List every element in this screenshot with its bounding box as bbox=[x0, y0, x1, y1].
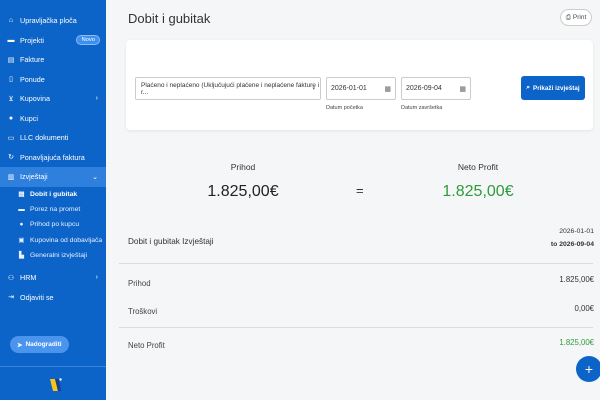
sidebar-item-quotes[interactable]: ▯ Ponude bbox=[0, 70, 106, 90]
start-date-input[interactable]: 2026-01-01 ▦ bbox=[326, 77, 396, 100]
sidebar-item-label: Upravljačka ploča bbox=[20, 16, 77, 26]
expenses-row-value: 0,00€ bbox=[574, 304, 594, 313]
income-label: Prihod bbox=[230, 162, 256, 172]
sidebar: ⌂ Upravljačka ploča ▬ Projekti Novo ▤ Fa… bbox=[0, 0, 106, 400]
net-profit-row-label: Neto Profit bbox=[128, 341, 165, 350]
sidebar-subitem-label: Prihod po kupcu bbox=[30, 221, 80, 229]
sidebar-item-label: Projekti bbox=[20, 35, 44, 45]
chevron-down-icon: ⌄ bbox=[92, 173, 98, 181]
upgrade-button[interactable]: ➤ Nadograditi bbox=[10, 336, 69, 353]
income-value: 1.825,00€ bbox=[207, 183, 279, 200]
report-divider bbox=[119, 327, 593, 328]
start-date-value: 2026-01-01 bbox=[331, 85, 367, 92]
sidebar-subitem-income-by-customer[interactable]: ● Prihod po kupcu bbox=[0, 217, 106, 232]
sidebar-divider bbox=[0, 366, 106, 367]
plus-icon: + bbox=[584, 361, 594, 377]
sidebar-subitem-vendor-purchases[interactable]: ▣ Kupovina od dobavljača bbox=[0, 232, 106, 247]
sidebar-subitem-label: Dobit i gubitak bbox=[30, 190, 78, 198]
sidebar-item-invoices[interactable]: ▤ Fakture bbox=[0, 50, 106, 70]
sidebar-item-label: Kupovina bbox=[20, 94, 50, 104]
net-profit-value: 1.825,00€ bbox=[442, 183, 514, 200]
show-report-label: Prikaži izvještaj bbox=[533, 84, 580, 92]
folder-icon: ▬ bbox=[18, 205, 25, 213]
period-from: 2026-01-01 bbox=[559, 228, 594, 235]
user-icon: ● bbox=[19, 221, 24, 229]
print-button[interactable]: ⎙ Print bbox=[560, 9, 592, 26]
income-row-value: 1.825,00€ bbox=[559, 275, 594, 284]
start-date-label: Datum početka bbox=[326, 105, 363, 111]
sidebar-item-hrm[interactable]: ⚇ HRM › bbox=[0, 268, 106, 288]
invoice-icon: ▤ bbox=[7, 56, 15, 64]
sidebar-item-recurring-invoice[interactable]: ↻ Ponavljajuća faktura bbox=[0, 148, 106, 168]
sidebar-subitem-sales-tax[interactable]: ▬ Porez na promet bbox=[0, 202, 106, 217]
net-profit-label: Neto Profit bbox=[457, 162, 499, 172]
sidebar-item-label: LLC dokumenti bbox=[20, 133, 69, 143]
chevron-right-icon: › bbox=[95, 274, 98, 282]
calendar-icon[interactable]: ▦ bbox=[459, 85, 466, 93]
income-row-label: Prihod bbox=[128, 279, 151, 288]
sidebar-subitem-general-reports[interactable]: ▙ Generalni izvještaji bbox=[0, 248, 106, 263]
caret-down-icon: ▾ bbox=[312, 85, 315, 92]
sidebar-item-label: Ponavljajuća faktura bbox=[20, 152, 85, 162]
add-button[interactable]: + bbox=[576, 356, 600, 382]
sidebar-item-customers[interactable]: ● Kupci bbox=[0, 109, 106, 129]
send-icon: ➤ bbox=[17, 341, 23, 349]
show-report-button[interactable]: ⌕ Prikaži izvještaj bbox=[521, 76, 585, 100]
file-icon: ▯ bbox=[9, 76, 13, 84]
sidebar-item-reports[interactable]: ▥ Izvještaji ⌄ bbox=[0, 167, 106, 187]
end-date-label: Datum završetka bbox=[401, 105, 443, 111]
sidebar-item-label: Odjaviti se bbox=[20, 292, 54, 302]
search-icon: ⌕ bbox=[526, 84, 531, 91]
report-title: Dobit i gubitak Izvještaji bbox=[128, 237, 214, 246]
truck-icon: ▣ bbox=[18, 237, 25, 245]
document-icon: ▭ bbox=[7, 134, 15, 142]
new-badge: Novo bbox=[76, 35, 100, 46]
upgrade-label: Nadograditi bbox=[25, 341, 62, 348]
payment-status-value: Plaćeno i neplaćeno (Uključujući plaćene… bbox=[141, 81, 320, 96]
page-title: Dobit i gubitak bbox=[128, 11, 211, 26]
sidebar-item-dashboard[interactable]: ⌂ Upravljačka ploča bbox=[0, 11, 106, 31]
sidebar-item-purchases[interactable]: ⊻ Kupovina › bbox=[0, 89, 106, 109]
net-profit-row-value: 1.825,00€ bbox=[559, 338, 594, 347]
period-to: to 2026-09-04 bbox=[550, 241, 594, 248]
printer-icon: ⎙ bbox=[565, 13, 571, 21]
report-divider bbox=[119, 263, 593, 264]
sidebar-subitem-label: Porez na promet bbox=[30, 205, 81, 213]
sidebar-nav: ⌂ Upravljačka ploča ▬ Projekti Novo ▤ Fa… bbox=[0, 0, 106, 307]
calendar-icon[interactable]: ▦ bbox=[384, 85, 391, 93]
logo-icon bbox=[50, 378, 62, 391]
sidebar-item-label: Kupci bbox=[20, 113, 38, 123]
sidebar-item-label: Izvještaji bbox=[20, 172, 48, 182]
equals-sign: = bbox=[356, 183, 364, 198]
report-icon: ▥ bbox=[7, 173, 15, 181]
sidebar-item-label: HRM bbox=[20, 273, 37, 283]
folder-icon: ▬ bbox=[7, 36, 15, 44]
people-icon: ⚇ bbox=[7, 274, 15, 282]
document-icon: ▤ bbox=[18, 191, 25, 199]
payment-status-select[interactable]: Plaćeno i neplaćeno (Uključujući plaćene… bbox=[135, 77, 321, 100]
bar-chart-icon: ▙ bbox=[19, 252, 24, 260]
home-icon: ⌂ bbox=[8, 17, 14, 25]
logout-icon: ⇥ bbox=[8, 294, 14, 302]
end-date-value: 2026-09-04 bbox=[406, 85, 442, 92]
sidebar-item-label: Fakture bbox=[20, 55, 45, 65]
sidebar-item-logout[interactable]: ⇥ Odjaviti se bbox=[0, 287, 106, 307]
recurring-icon: ↻ bbox=[8, 154, 14, 162]
sidebar-item-label: Ponude bbox=[20, 74, 45, 84]
sidebar-item-projects[interactable]: ▬ Projekti Novo bbox=[0, 31, 106, 51]
filter-card: Plaćeno i neplaćeno (Uključujući plaćene… bbox=[126, 40, 593, 130]
sidebar-subitem-label: Generalni izvještaji bbox=[30, 251, 88, 259]
user-icon: ● bbox=[8, 114, 14, 122]
chevron-right-icon: › bbox=[95, 95, 98, 103]
cart-icon: ⊻ bbox=[8, 95, 14, 103]
print-label: Print bbox=[572, 14, 587, 21]
end-date-input[interactable]: 2026-09-04 ▦ bbox=[401, 77, 471, 100]
expenses-row-label: Troškovi bbox=[128, 307, 158, 316]
sidebar-item-llc-documents[interactable]: ▭ LLC dokumenti bbox=[0, 128, 106, 148]
sidebar-subitem-label: Kupovina od dobavljača bbox=[30, 236, 103, 244]
sidebar-subitem-profit-loss[interactable]: ▤ Dobit i gubitak bbox=[0, 187, 106, 202]
